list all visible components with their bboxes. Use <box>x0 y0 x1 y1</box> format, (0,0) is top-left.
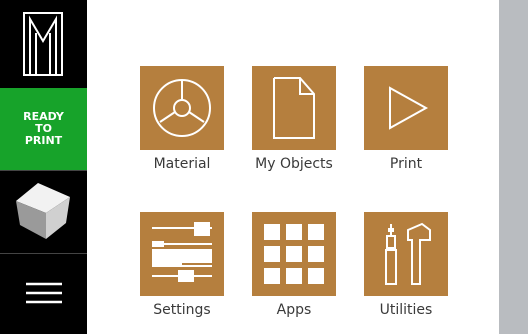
grid-apps-icon <box>264 224 324 284</box>
right-scrollbar[interactable] <box>499 0 528 334</box>
logo-tile <box>0 0 87 88</box>
app-label: My Objects <box>255 156 333 172</box>
status-ready-button[interactable]: READY TO PRINT <box>0 88 87 170</box>
material-tile-box[interactable] <box>140 66 224 150</box>
status-label: READY TO PRINT <box>14 111 74 147</box>
app-tile-utilities[interactable]: Utilities <box>350 212 462 318</box>
app-label: Settings <box>153 302 211 318</box>
main-menu-button[interactable] <box>0 254 87 334</box>
app-tile-settings[interactable]: Settings <box>126 212 238 318</box>
sliders-settings-icon <box>152 222 212 282</box>
app-tile-apps[interactable]: Apps <box>238 212 350 318</box>
hamburger-menu-icon <box>26 282 62 304</box>
status-line-3: PRINT <box>24 134 63 147</box>
spool-material-icon <box>153 79 211 137</box>
app-label: Material <box>153 156 211 172</box>
printer-brand-logo-icon <box>23 12 63 76</box>
apps-tile-box[interactable] <box>252 212 336 296</box>
play-triangle-icon <box>389 86 429 130</box>
utilities-tile-box[interactable] <box>364 212 448 296</box>
app-tile-print[interactable]: Print <box>350 66 462 172</box>
app-label: Print <box>389 156 423 172</box>
app-label: Utilities <box>379 302 433 318</box>
app-label: Apps <box>276 302 312 318</box>
sidebar: READY TO PRINT <box>0 0 87 334</box>
document-icon <box>273 77 315 139</box>
settings-tile-box[interactable] <box>140 212 224 296</box>
cube-3d-view-icon <box>16 183 70 239</box>
tools-icon <box>385 222 431 285</box>
cube-view-button[interactable] <box>0 171 87 253</box>
app-tile-my-objects[interactable]: My Objects <box>238 66 350 172</box>
print-tile-box[interactable] <box>364 66 448 150</box>
my-objects-tile-box[interactable] <box>252 66 336 150</box>
app-tile-material[interactable]: Material <box>126 66 238 172</box>
